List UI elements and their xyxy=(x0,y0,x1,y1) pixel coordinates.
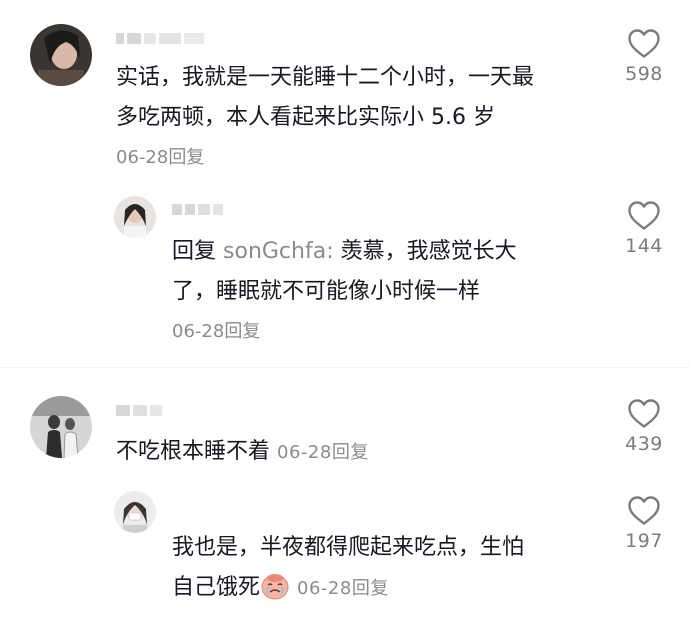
comment-text: 我也是，半夜都得爬起来吃点，生怕 自己饿死 06-28回复 xyxy=(172,535,525,600)
comment-meta: 06-28回复 xyxy=(172,320,260,344)
like-count: 144 xyxy=(625,235,663,257)
avatar[interactable] xyxy=(30,396,92,458)
reply-button[interactable]: 回复 xyxy=(332,442,369,463)
heart-outline-icon xyxy=(628,399,660,428)
reply-button[interactable]: 回复 xyxy=(352,578,389,599)
reply-button[interactable]: 回复 xyxy=(168,147,204,168)
avatar[interactable] xyxy=(114,196,156,238)
comment-date: 06-28 xyxy=(277,442,332,463)
heart-outline-icon xyxy=(628,496,660,525)
reply-button[interactable]: 回复 xyxy=(224,321,260,342)
comment-text: 实话，我就是一天能睡十二个小时，一天最 多吃两顿，本人看起来比实际小 5.6 岁 xyxy=(116,65,535,130)
username-blurred[interactable] xyxy=(116,31,204,45)
reply-prefix: 回复 xyxy=(172,239,217,264)
avatar[interactable] xyxy=(114,491,156,533)
crying-face-emoji xyxy=(261,574,289,600)
like-button[interactable]: 197 xyxy=(614,495,674,552)
comment-meta: 06-28回复 xyxy=(116,146,204,170)
comment-date: 06-28 xyxy=(297,578,352,599)
mention-link[interactable]: sonGchfa: xyxy=(223,239,334,264)
username-blurred[interactable] xyxy=(172,202,223,216)
heart-outline-icon xyxy=(628,201,660,230)
comment-text: 回复 sonGchfa: 羡慕，我感觉长大 了，睡眠就不可能像小时候一样 xyxy=(172,239,517,304)
like-count: 197 xyxy=(625,530,663,552)
username-blurred[interactable] xyxy=(116,403,162,417)
like-count: 598 xyxy=(625,63,663,85)
avatar[interactable] xyxy=(30,24,92,86)
divider xyxy=(0,367,690,368)
like-count: 439 xyxy=(625,433,663,455)
heart-outline-icon xyxy=(628,29,660,58)
comment-date: 06-28 xyxy=(172,321,225,342)
like-button[interactable]: 598 xyxy=(614,28,674,85)
like-button[interactable]: 439 xyxy=(614,398,674,455)
like-button[interactable]: 144 xyxy=(614,200,674,257)
comment-text: 不吃根本睡不着 06-28回复 xyxy=(116,439,369,464)
comment-date: 06-28 xyxy=(116,147,169,168)
